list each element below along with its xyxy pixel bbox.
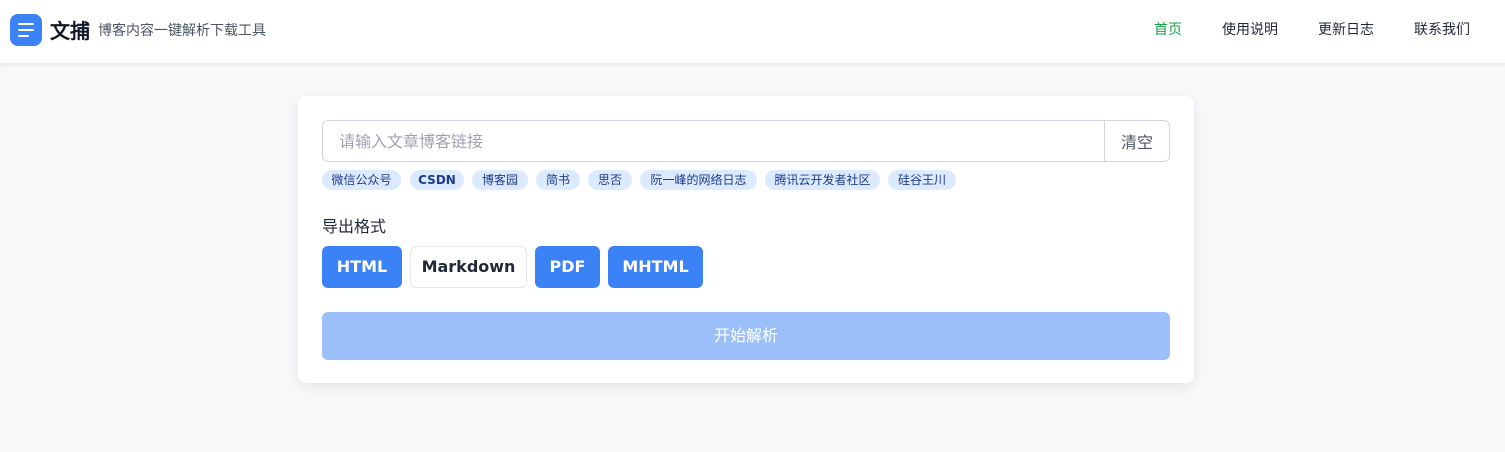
source-tag-tencent-cloud[interactable]: 腾讯云开发者社区 (765, 170, 880, 190)
start-parse-button[interactable]: 开始解析 (322, 312, 1170, 360)
nav-changelog[interactable]: 更新日志 (1318, 20, 1374, 40)
format-markdown-button[interactable]: Markdown (410, 246, 527, 288)
source-tag-cnblogs[interactable]: 博客园 (472, 170, 528, 190)
nav-usage-guide[interactable]: 使用说明 (1222, 20, 1278, 40)
brand-subtitle: 博客内容一键解析下载工具 (98, 23, 266, 39)
source-tag-wechat[interactable]: 微信公众号 (322, 170, 401, 190)
nav-contact[interactable]: 联系我们 (1414, 20, 1470, 40)
menu-icon[interactable] (10, 14, 42, 46)
parse-card: 清空 微信公众号 CSDN 博客园 简书 思否 阮一峰的网络日志 腾讯云开发者社… (298, 96, 1194, 383)
source-tag-guigu-wangchuan[interactable]: 硅谷王川 (888, 170, 956, 190)
clear-button[interactable]: 清空 (1104, 120, 1170, 162)
source-tag-csdn[interactable]: CSDN (410, 170, 464, 190)
source-tag-ruanyifeng[interactable]: 阮一峰的网络日志 (640, 170, 757, 190)
format-html-button[interactable]: HTML (322, 246, 402, 288)
source-tag-segmentfault[interactable]: 思否 (588, 170, 632, 190)
format-pdf-button[interactable]: PDF (535, 246, 600, 288)
nav-home[interactable]: 首页 (1154, 20, 1182, 40)
format-mhtml-button[interactable]: MHTML (608, 246, 703, 288)
url-input[interactable] (322, 120, 1105, 162)
format-label: 导出格式 (322, 217, 387, 236)
brand-name: 文捕 (50, 19, 90, 43)
source-tag-jianshu[interactable]: 简书 (536, 170, 580, 190)
top-header: 文捕 博客内容一键解析下载工具 首页 使用说明 更新日志 联系我们 (0, 0, 1505, 64)
